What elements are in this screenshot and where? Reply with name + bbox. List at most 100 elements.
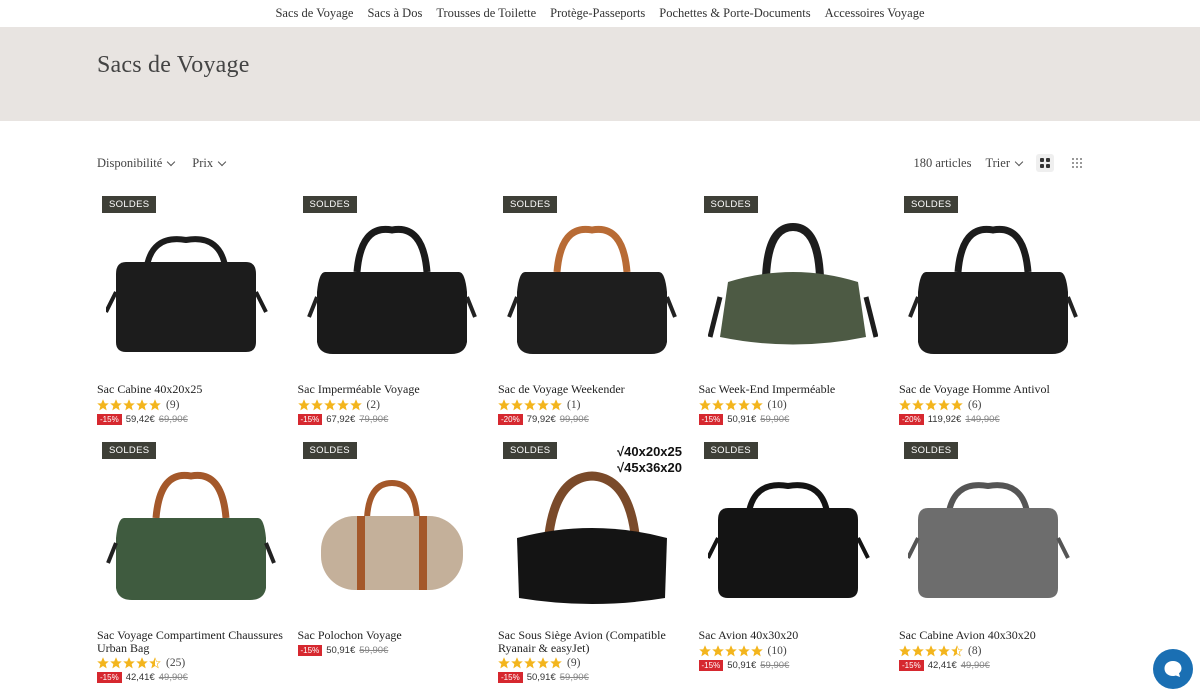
price-filter-label: Prix [192,155,214,170]
product-title[interactable]: Sac Avion 40x30x20 [699,629,887,642]
sale-price: 59,42€ [125,413,155,425]
product-rating: (2) [297,398,486,411]
star-icon [750,398,763,410]
nav-link-sacs-a-dos[interactable]: Sacs à Dos [367,6,422,21]
star-rating [899,644,963,657]
product-image-box[interactable]: SOLDES [298,438,486,618]
star-icon [336,398,349,410]
product-card[interactable]: SOLDES Sac de Voyage Weekender (1) -20% … [498,192,686,438]
product-price: -15% 67,92€ 79,90€ [297,413,486,425]
review-count: (10) [767,398,787,411]
product-image-box[interactable]: SOLDES [298,192,486,372]
star-icon [511,398,523,410]
nav-link-sacs-de-voyage[interactable]: Sacs de Voyage [275,6,353,21]
sale-price: 50,91€ [326,644,356,656]
product-card[interactable]: SOLDES Sac Week-End Imperméable (10) -15… [698,192,887,438]
product-card[interactable]: SOLDES Sac de Voyage Homme Antivol (6) -… [899,192,1087,438]
original-price: 69,90€ [158,413,188,425]
sort-dropdown[interactable]: Trier [985,156,1024,171]
chat-button[interactable] [1153,649,1193,689]
chevron-down-icon [167,157,176,166]
product-card[interactable]: SOLDES Sac Cabine 40x20x25 (9) -15% 59,4… [97,192,285,438]
product-image [908,482,1070,598]
product-rating: (10) [698,644,887,657]
sale-badge: SOLDES [904,196,959,213]
product-card[interactable]: SOLDES Sac Avion 40x30x20 (10) -15% 50,9… [698,438,887,684]
product-title[interactable]: Sac Polochon Voyage [298,629,486,642]
star-icon [698,398,711,410]
product-card[interactable]: SOLDES Sac Voyage Compartiment Chaussure… [97,438,285,684]
star-icon [97,398,109,410]
discount-badge: -20% [498,413,523,425]
category-nav: Sacs de Voyage Sacs à Dos Trousses de To… [0,0,1200,27]
star-icon [149,657,161,669]
product-rating: (8) [899,645,1087,657]
grid-large-icon [1040,158,1050,168]
star-icon [123,657,135,669]
product-title[interactable]: Sac de Voyage Weekender [498,383,686,396]
product-price: -15% 50,91€ 59,90€ [698,659,887,671]
product-rating: (10) [698,398,887,411]
product-card[interactable]: SOLDES √40x20x25 √45x36x20 Sac Sous Siège… [498,438,686,684]
star-rating [899,398,963,411]
product-image-box[interactable]: SOLDES [899,438,1087,618]
star-icon [110,657,122,669]
discount-badge: -15% [498,672,523,683]
product-price: -15% 59,42€ 69,90€ [97,413,285,425]
grid-view-small-button[interactable] [1068,154,1086,172]
sale-price: 79,92€ [526,413,556,425]
product-card[interactable]: SOLDES Sac Polochon Voyage -15% 50,91€ 5… [297,438,486,684]
original-price: 59,90€ [760,413,790,425]
product-image-box[interactable]: SOLDES [899,192,1087,372]
nav-link-accessoires[interactable]: Accessoires Voyage [825,6,925,21]
product-price: -15% 50,91€ 59,90€ [698,413,887,425]
product-title[interactable]: Sac Cabine Avion 40x30x20 [899,629,1087,642]
product-card[interactable]: SOLDES Sac Imperméable Voyage (2) -15% 6… [297,192,486,438]
sale-badge: SOLDES [703,196,758,213]
product-image-box[interactable]: SOLDES [97,438,285,618]
star-rating [97,398,161,411]
star-icon [310,398,323,410]
product-card[interactable]: SOLDES Sac Cabine Avion 40x30x20 (8) -15… [899,438,1087,684]
product-title[interactable]: Sac Voyage Compartiment Chaussures Urban… [97,629,285,654]
price-filter[interactable]: Prix [192,155,227,171]
product-rating: (1) [498,399,686,411]
product-title[interactable]: Sac Sous Siège Avion (Compatible Ryanair… [498,629,686,654]
product-title[interactable]: Sac Imperméable Voyage [298,383,486,396]
product-title[interactable]: Sac Week-End Imperméable [699,383,887,396]
review-count: (9) [166,398,180,411]
sale-badge: SOLDES [102,196,157,213]
product-image-box[interactable]: SOLDES [97,192,285,372]
product-rating: (9) [97,399,285,411]
product-image-box[interactable]: SOLDES √40x20x25 √45x36x20 [498,438,686,618]
star-icon [550,657,562,669]
star-rating [498,398,562,411]
discount-badge: -20% [899,413,924,425]
nav-link-protege-passeports[interactable]: Protège-Passeports [550,6,645,21]
grid-view-large-button[interactable] [1036,154,1054,172]
nav-link-trousses[interactable]: Trousses de Toilette [436,6,536,21]
star-icon [550,398,562,410]
sale-price: 119,92€ [927,413,962,425]
product-image [106,471,276,600]
product-rating: (25) [97,657,285,669]
product-title[interactable]: Sac de Voyage Homme Antivol [899,383,1087,396]
review-count: (1) [567,398,581,411]
star-icon [951,644,963,656]
sale-badge: SOLDES [503,442,558,459]
size-overlay: √40x20x25 √45x36x20 [617,444,682,475]
availability-filter[interactable]: Disponibilité [97,156,176,171]
original-price: 59,90€ [760,659,790,671]
review-count: (25) [166,657,186,669]
star-icon [711,398,724,410]
product-price: -15% 50,91€ 59,90€ [297,644,486,656]
product-image-box[interactable]: SOLDES [699,438,887,618]
nav-link-pochettes[interactable]: Pochettes & Porte-Documents [659,6,810,21]
sale-price: 42,41€ [125,672,155,683]
sale-price: 50,91€ [727,413,757,425]
product-image-box[interactable]: SOLDES [699,192,887,372]
product-image-box[interactable]: SOLDES [498,192,686,372]
product-title[interactable]: Sac Cabine 40x20x25 [97,383,285,396]
star-icon [698,644,711,656]
star-icon [711,644,724,656]
